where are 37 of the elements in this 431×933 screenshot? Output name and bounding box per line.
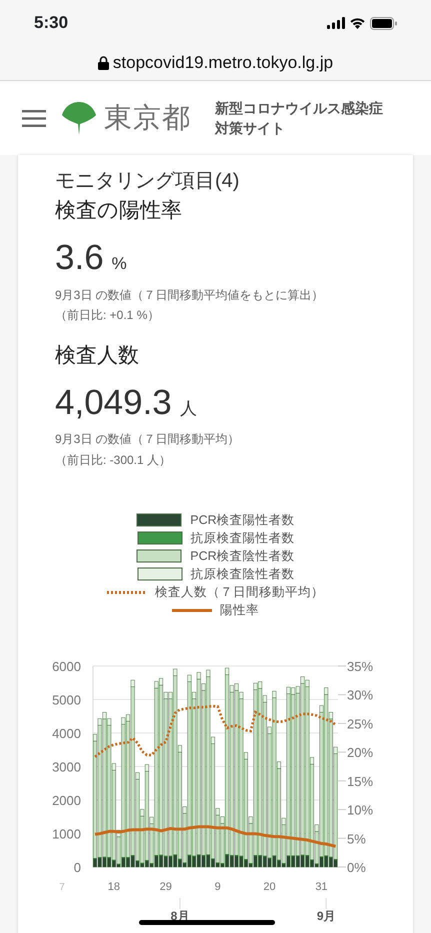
y-axis-label: 10%: [347, 802, 374, 818]
clock: 5:30: [34, 12, 68, 34]
metric-change: （前日比: -300.1 人）: [55, 452, 172, 469]
y-axis-label: 5%: [347, 831, 366, 846]
y-axis-label: 0%: [347, 860, 366, 876]
metric-change: （前日比: +0.1 %）: [55, 307, 160, 324]
y-axis-label: 0: [74, 860, 81, 876]
y-axis-label: 5000: [52, 692, 81, 708]
y-axis-label: 20%: [347, 745, 374, 760]
metric-note: 9月3日 の数値（７日間移動平均）: [55, 431, 241, 448]
section-title: モニタリング項目(4): [55, 169, 240, 193]
y-axis-label: 1000: [52, 826, 81, 842]
y-axis-label: 25%: [347, 716, 374, 732]
y-axis-label: 35%: [347, 659, 374, 674]
x-axis-label: 31: [315, 881, 328, 894]
site-title: 対策サイト: [215, 119, 286, 138]
x-axis-label: 29: [160, 881, 172, 894]
metric-value: 3.6: [55, 237, 104, 280]
x-axis-label: 7: [59, 882, 65, 894]
site-title: 新型コロナウイルス感染症: [215, 98, 383, 118]
metric-label: 検査の陽性率: [55, 198, 183, 224]
x-axis-label: 18: [108, 881, 120, 894]
logo-text: 東京都: [104, 101, 191, 135]
y-axis-label: 4000: [52, 726, 81, 742]
metric-unit: 人: [180, 398, 197, 420]
x-axis-label: 20: [263, 881, 276, 894]
metric-value: 4,049.3: [55, 382, 172, 424]
y-axis-label: 15%: [347, 774, 374, 790]
metric-unit: %: [112, 253, 127, 276]
y-axis-label: 3000: [52, 760, 81, 775]
y-axis-label: 6000: [52, 659, 81, 674]
metric-note: 9月3日 の数値（７日間移動平均値をもとに算出）: [55, 286, 325, 304]
month-label: 9月: [316, 909, 336, 924]
metric-label: 検査人数: [55, 342, 140, 369]
x-axis-label: 9: [214, 881, 221, 894]
y-axis-label: 30%: [347, 688, 374, 703]
y-axis-label: 2000: [52, 793, 81, 808]
